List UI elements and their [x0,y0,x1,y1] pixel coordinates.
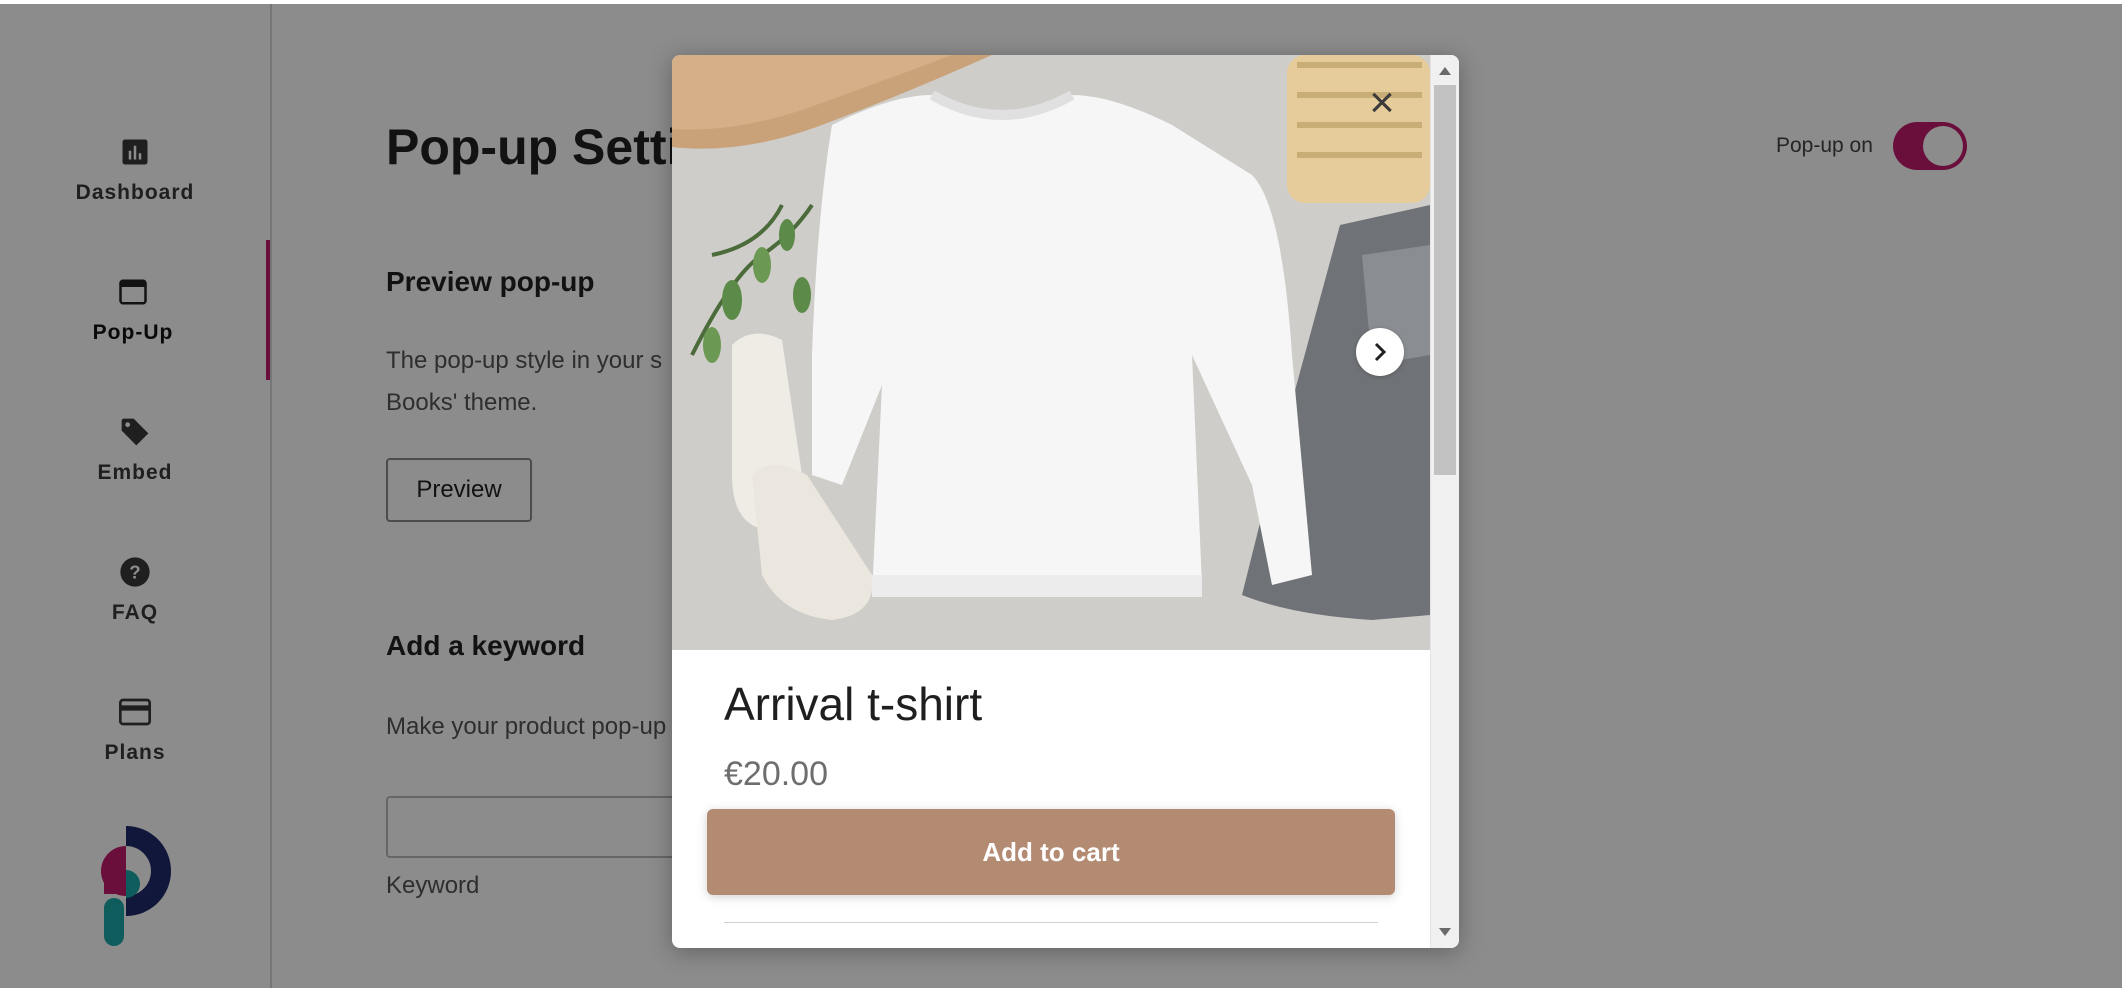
scroll-up-arrow-icon[interactable] [1439,67,1451,75]
modal-scrollbar[interactable] [1430,55,1459,948]
divider [724,922,1378,923]
scroll-thumb[interactable] [1434,85,1456,475]
add-to-cart-button[interactable]: Add to cart [707,809,1395,895]
top-border [0,0,2122,4]
product-image [672,55,1430,650]
product-price: €20.00 [724,755,828,793]
product-popup-modal: × Arrival t-shirt €20.00 Add to cart [672,55,1459,948]
scroll-down-arrow-icon[interactable] [1439,928,1451,936]
close-icon[interactable]: × [1362,81,1402,125]
product-title: Arrival t-shirt [724,678,983,730]
chevron-right-icon[interactable] [1356,328,1404,376]
